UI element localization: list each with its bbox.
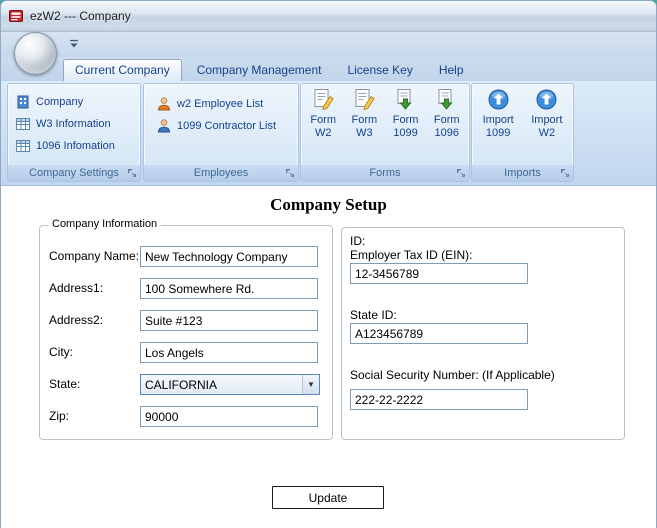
state-selected-value: CALIFORNIA xyxy=(145,377,218,392)
qat-customize-dropdown-icon[interactable] xyxy=(67,37,81,51)
person-blue-icon xyxy=(156,118,172,134)
address2-label: Address2: xyxy=(49,313,104,327)
ribbon-item-w2-employee-list[interactable]: w2 Employee List xyxy=(144,93,298,115)
state-id-input[interactable] xyxy=(350,323,528,344)
document-pencil-icon xyxy=(352,87,377,112)
ribbon-group-imports: Import 1099 Import W2 Imports xyxy=(471,83,574,182)
ribbon: Company W3 Information 1096 Infomation C… xyxy=(1,81,656,186)
dialog-launcher-icon[interactable] xyxy=(284,167,296,179)
blue-orb-up-arrow-icon xyxy=(486,87,511,112)
ribbon-item-1099-contractor-list[interactable]: 1099 Contractor List xyxy=(144,115,298,137)
titlebar: ezW2 --- Company xyxy=(1,1,656,32)
company-information-group: Company Information Company Name: Addres… xyxy=(39,218,333,440)
tab-company-management[interactable]: Company Management xyxy=(186,60,333,81)
state-label: State: xyxy=(49,377,81,391)
ein-input[interactable] xyxy=(350,263,528,284)
building-icon xyxy=(15,94,31,110)
ribbon-item-label: Company xyxy=(36,96,84,108)
state-id-label: State ID: xyxy=(350,308,397,322)
ssn-input[interactable] xyxy=(350,389,528,410)
ribbon-button-form-w2[interactable]: Form W2 xyxy=(304,87,342,165)
company-setup-panel: Company Setup Company Information Compan… xyxy=(1,186,656,528)
window-title: ezW2 --- Company xyxy=(30,9,131,23)
ribbon-group-employees: w2 Employee List 1099 Contractor List Em… xyxy=(143,83,299,182)
group-legend: Company Information xyxy=(48,218,162,230)
group-caption-company-settings: Company Settings xyxy=(8,165,140,181)
company-name-input[interactable] xyxy=(140,246,318,267)
address1-label: Address1: xyxy=(49,281,104,295)
address1-input[interactable] xyxy=(140,278,318,299)
document-pencil-icon xyxy=(311,87,336,112)
ribbon-group-company-settings: Company W3 Information 1096 Infomation C… xyxy=(7,83,141,182)
document-green-arrow-icon xyxy=(434,87,459,112)
document-green-arrow-icon xyxy=(393,87,418,112)
ribbon-item-label: 1099 Contractor List xyxy=(177,120,277,132)
app-window: ezW2 --- Company Current Company Company… xyxy=(0,0,657,528)
table-icon xyxy=(15,116,31,132)
city-input[interactable] xyxy=(140,342,318,363)
ribbon-button-import-w2[interactable]: Import W2 xyxy=(524,87,569,165)
ribbon-item-label: w2 Employee List xyxy=(177,98,264,110)
ribbon-item-1096-information[interactable]: 1096 Infomation xyxy=(8,135,140,157)
group-caption-employees: Employees xyxy=(144,165,298,181)
person-orange-icon xyxy=(156,96,172,112)
group-caption-imports: Imports xyxy=(472,165,573,181)
state-select[interactable]: CALIFORNIA ▼ xyxy=(140,374,320,395)
company-name-label: Company Name: xyxy=(49,249,140,263)
ssn-label: Social Security Number: (If Applicable) xyxy=(350,368,555,382)
ribbon-item-company[interactable]: Company xyxy=(8,91,140,113)
id-group: ID: Employer Tax ID (EIN): State ID: Soc… xyxy=(341,227,625,440)
table-icon xyxy=(15,138,31,154)
group-caption-forms: Forms xyxy=(301,165,469,181)
dialog-launcher-icon[interactable] xyxy=(559,167,571,179)
ribbon-button-import-1099[interactable]: Import 1099 xyxy=(476,87,521,165)
ribbon-group-forms: Form W2 Form W3 Form 1099 Form 1096 Form… xyxy=(300,83,470,182)
dialog-launcher-icon[interactable] xyxy=(126,167,138,179)
ribbon-item-label: W3 Information xyxy=(36,118,111,130)
page-title: Company Setup xyxy=(270,195,387,214)
application-menu-button[interactable] xyxy=(14,32,57,75)
ribbon-button-form-1096[interactable]: Form 1096 xyxy=(428,87,466,165)
app-icon xyxy=(8,8,24,24)
quick-access-toolbar xyxy=(1,32,656,57)
update-button[interactable]: Update xyxy=(272,486,384,509)
ribbon-item-label: 1096 Infomation xyxy=(36,140,115,152)
tab-help[interactable]: Help xyxy=(428,60,475,81)
ribbon-button-form-1099[interactable]: Form 1099 xyxy=(387,87,425,165)
dialog-launcher-icon[interactable] xyxy=(455,167,467,179)
ribbon-button-form-w3[interactable]: Form W3 xyxy=(345,87,383,165)
ribbon-item-w3-information[interactable]: W3 Information xyxy=(8,113,140,135)
ein-label: Employer Tax ID (EIN): xyxy=(350,248,473,262)
zip-label: Zip: xyxy=(49,409,70,423)
tab-current-company[interactable]: Current Company xyxy=(63,59,182,81)
ribbon-tab-strip: Current Company Company Management Licen… xyxy=(1,57,656,81)
tab-license-key[interactable]: License Key xyxy=(336,60,423,81)
address2-input[interactable] xyxy=(140,310,318,331)
zip-input[interactable] xyxy=(140,406,318,427)
chevron-down-icon[interactable]: ▼ xyxy=(302,375,319,394)
id-heading: ID: xyxy=(350,234,366,248)
blue-orb-up-arrow-icon xyxy=(534,87,559,112)
city-label: City: xyxy=(49,345,73,359)
